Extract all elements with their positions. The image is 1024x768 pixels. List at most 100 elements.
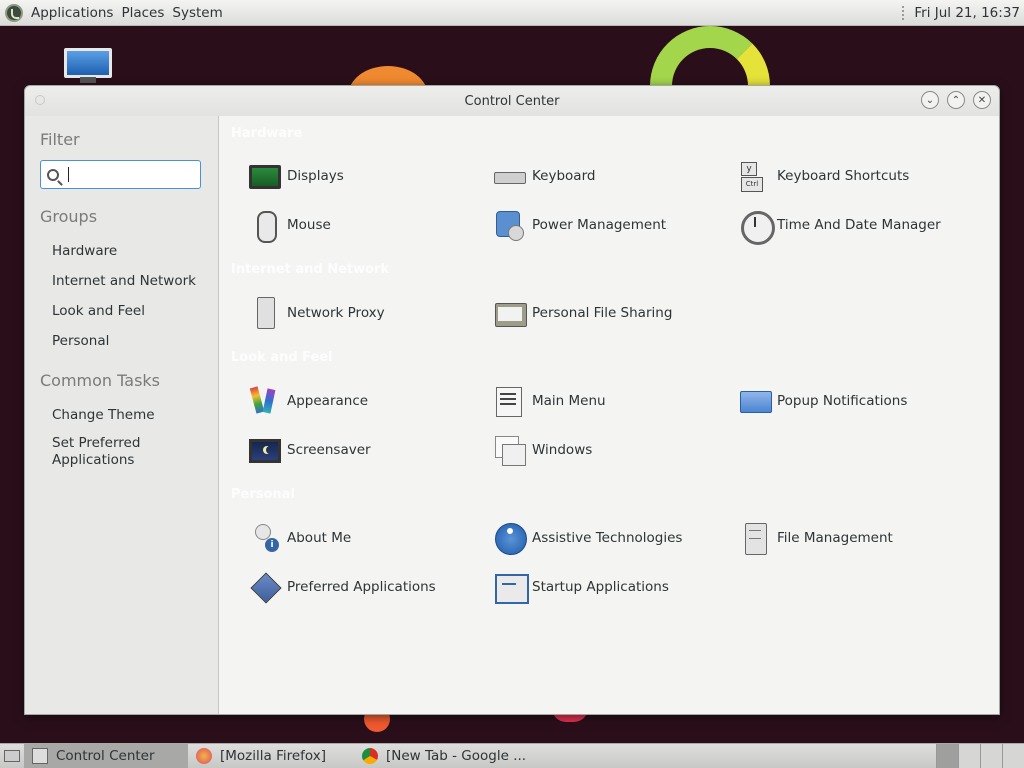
- distro-logo-icon[interactable]: [5, 3, 23, 22]
- applet-popup-notifications[interactable]: Popup Notifications: [739, 385, 907, 417]
- category-header-look-and-feel: Look and Feel: [231, 350, 333, 365]
- minimize-button[interactable]: ⌄: [921, 91, 939, 109]
- applet-label: Preferred Applications: [287, 579, 436, 595]
- applet-screensaver[interactable]: Screensaver: [249, 434, 371, 466]
- group-hardware-link[interactable]: Hardware: [52, 243, 218, 259]
- search-icon: [47, 168, 59, 181]
- applications-menu[interactable]: Applications: [27, 5, 117, 21]
- firefox-icon: [196, 748, 212, 764]
- applet-main-menu[interactable]: Main Menu: [494, 385, 606, 417]
- applet-label: Startup Applications: [532, 579, 669, 595]
- applet-personal-file-sharing[interactable]: Personal File Sharing: [494, 297, 672, 329]
- applet-label: Keyboard Shortcuts: [777, 168, 910, 184]
- clock[interactable]: Fri Jul 21, 16:37: [914, 5, 1024, 21]
- close-button[interactable]: ✕: [973, 91, 991, 109]
- applet-keyboard-shortcuts[interactable]: Keyboard Shortcuts: [739, 160, 909, 192]
- network-proxy-icon: [249, 297, 281, 329]
- window-title: Control Center: [464, 93, 560, 109]
- appearance-icon: [249, 385, 281, 417]
- panel-separator-icon: [902, 5, 906, 20]
- places-menu[interactable]: Places: [117, 5, 168, 21]
- window-content: Filter Groups Hardware Internet and Netw…: [25, 116, 999, 714]
- applet-label: Network Proxy: [287, 305, 385, 321]
- power-management-icon: [494, 209, 526, 241]
- screensaver-icon: [249, 439, 281, 463]
- taskbar-label: [Mozilla Firefox]: [220, 748, 327, 764]
- main-menu-icon: [494, 385, 526, 417]
- taskbar-item-control-center[interactable]: Control Center: [24, 743, 188, 768]
- applet-label: File Management: [777, 530, 893, 546]
- applet-power-management[interactable]: Power Management: [494, 209, 666, 241]
- set-preferred-apps-link[interactable]: Set Preferred Applications: [52, 435, 152, 469]
- displays-icon: [249, 165, 281, 189]
- applets-panel: Hardware Displays Keyboard Keyboard Shor…: [218, 116, 999, 714]
- applet-displays[interactable]: Displays: [249, 160, 344, 192]
- applet-label: Appearance: [287, 393, 369, 409]
- workspace-1[interactable]: [936, 743, 958, 768]
- applet-label: Popup Notifications: [777, 393, 908, 409]
- workspace-3[interactable]: [980, 743, 1002, 768]
- filter-heading: Filter: [40, 130, 80, 149]
- clock-icon: [739, 209, 775, 245]
- applet-label: Displays: [287, 168, 344, 184]
- workspace-2[interactable]: [958, 743, 980, 768]
- applet-file-management[interactable]: File Management: [739, 522, 893, 555]
- system-menu[interactable]: System: [168, 5, 226, 21]
- startup-applications-icon: [494, 571, 529, 604]
- keyboard-icon: [494, 160, 526, 192]
- top-panel: Applications Places System Fri Jul 21, 1…: [0, 0, 1024, 26]
- applet-label: Windows: [532, 442, 593, 458]
- applet-label: Assistive Technologies: [532, 530, 683, 546]
- search-input[interactable]: [40, 160, 201, 189]
- text-cursor: [68, 167, 69, 182]
- show-desktop-button[interactable]: [0, 744, 24, 768]
- workspace-4[interactable]: [1002, 743, 1024, 768]
- mouse-icon: [249, 209, 281, 243]
- applet-network-proxy[interactable]: Network Proxy: [249, 297, 385, 329]
- window-titlebar[interactable]: Control Center ⌄ ⌃ ✕: [25, 86, 999, 116]
- applet-label: Power Management: [532, 217, 667, 233]
- monitor-stand: [80, 77, 96, 83]
- group-look-and-feel-link[interactable]: Look and Feel: [52, 303, 218, 319]
- applet-mouse[interactable]: Mouse: [249, 209, 331, 243]
- file-sharing-icon: [494, 297, 527, 329]
- applet-label: Personal File Sharing: [532, 305, 673, 321]
- preferred-applications-icon: [249, 571, 281, 603]
- workspace-switcher: [936, 743, 1024, 768]
- group-internet-link[interactable]: Internet and Network: [52, 273, 218, 289]
- applet-startup-applications[interactable]: Startup Applications: [494, 571, 669, 604]
- applet-about-me[interactable]: About Me: [249, 522, 351, 554]
- about-me-icon: [249, 522, 281, 554]
- category-header-personal: Personal: [231, 487, 295, 502]
- main-menu-bar: Applications Places System: [0, 0, 227, 26]
- applet-windows[interactable]: Windows: [494, 434, 592, 466]
- applet-keyboard[interactable]: Keyboard: [494, 160, 595, 192]
- sidebar: Filter Groups Hardware Internet and Netw…: [25, 116, 218, 714]
- popup-notifications-icon: [739, 385, 772, 417]
- chrome-icon: [362, 748, 378, 764]
- monitor-icon: [64, 48, 112, 78]
- assistive-technologies-icon: [494, 522, 527, 555]
- applet-time-and-date[interactable]: Time And Date Manager: [739, 209, 941, 245]
- group-personal-link[interactable]: Personal: [52, 333, 218, 349]
- control-center-icon: [32, 748, 48, 764]
- maximize-button[interactable]: ⌃: [947, 91, 965, 109]
- category-header-hardware: Hardware: [231, 126, 303, 141]
- applet-label: Time And Date Manager: [777, 217, 941, 233]
- applet-preferred-applications[interactable]: Preferred Applications: [249, 571, 436, 603]
- applet-label: Main Menu: [532, 393, 606, 409]
- keyboard-shortcuts-icon: [739, 160, 771, 192]
- change-theme-link[interactable]: Change Theme: [52, 407, 218, 423]
- applet-label: Mouse: [287, 217, 331, 233]
- show-desktop-icon: [4, 750, 20, 762]
- taskbar-item-chrome[interactable]: [New Tab - Google ...: [354, 744, 534, 768]
- computer-desktop-icon[interactable]: [62, 48, 114, 83]
- window-menu-icon[interactable]: [35, 95, 45, 105]
- taskbar-label: Control Center: [56, 748, 155, 764]
- applet-assistive-technologies[interactable]: Assistive Technologies: [494, 522, 683, 555]
- window-controls: ⌄ ⌃ ✕: [921, 91, 991, 109]
- taskbar-item-firefox[interactable]: [Mozilla Firefox]: [188, 744, 354, 768]
- bottom-panel: Control Center [Mozilla Firefox] [New Ta…: [0, 743, 1024, 768]
- control-center-window: Control Center ⌄ ⌃ ✕ Filter Groups Hardw…: [24, 85, 1000, 715]
- applet-appearance[interactable]: Appearance: [249, 385, 368, 417]
